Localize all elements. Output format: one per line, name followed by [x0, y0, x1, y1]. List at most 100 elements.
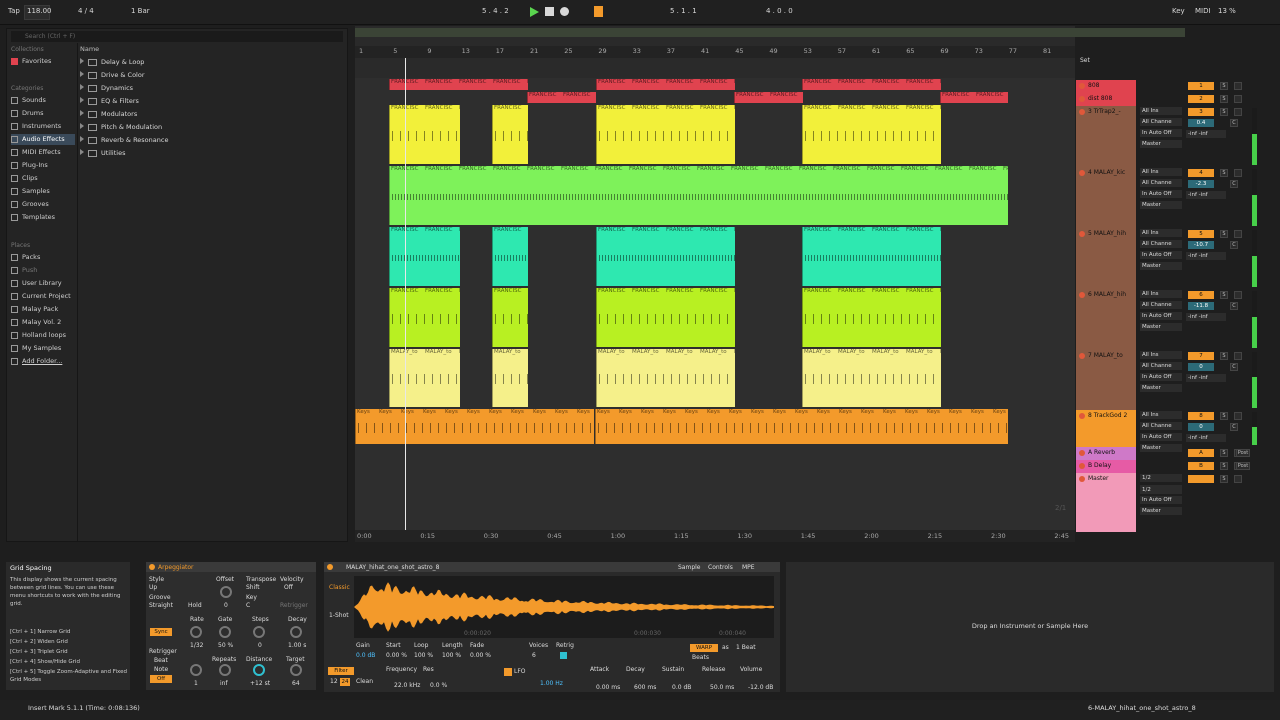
track-activator-icon[interactable] [1079, 170, 1085, 176]
arrangement-clip[interactable]: FRANCISC FRANCISC FRANCISC FRANCISC FRANCISC [802, 79, 941, 90]
sidebar-item-add-folder[interactable]: Add Folder... [11, 356, 75, 367]
warp-beats-value[interactable]: 1 Beat [736, 644, 756, 651]
track-header[interactable]: 8 TrackGod 2 [1076, 410, 1136, 447]
io-chooser[interactable]: All Channe [1140, 179, 1182, 187]
tap-button[interactable]: Tap [8, 7, 20, 15]
lfo-toggle[interactable] [504, 668, 512, 676]
list-item[interactable]: Utilities [80, 147, 340, 159]
solo-button[interactable]: S [1220, 95, 1228, 103]
length-value[interactable]: 100 % [442, 652, 461, 659]
track-lane[interactable] [355, 445, 1075, 459]
track-number-button[interactable]: 8 [1188, 412, 1214, 420]
pan-field[interactable]: C [1230, 423, 1238, 431]
arrangement-clip[interactable]: FRANCISCFRANCISCFRANCISC [389, 288, 460, 347]
warp-button[interactable]: WARP [690, 644, 718, 652]
track-header[interactable]: 6 MALAY_hih [1076, 289, 1136, 350]
retrigger-note[interactable]: Note [154, 666, 168, 673]
track-activator-icon[interactable] [1079, 476, 1085, 482]
frequency-value[interactable]: 22.0 kHz [394, 682, 420, 689]
track-number-button[interactable]: 1 [1188, 82, 1214, 90]
res-value[interactable]: 0.0 % [430, 682, 447, 689]
arrangement-clip[interactable]: MALAY_toMALAY_to [492, 349, 528, 407]
time-ruler[interactable]: 0:00 0:15 0:30 0:45 1:00 1:15 1:30 1:45 2:00 2:15… [355, 530, 1075, 542]
arrangement-clip[interactable]: FRANCISC FRANCISC FRANCISC FRANCISC FRANCISC [596, 227, 735, 286]
midi-map-button[interactable]: MIDI [1195, 7, 1211, 15]
track-header[interactable]: B Delay [1076, 460, 1136, 473]
gate-knob[interactable] [219, 626, 231, 638]
volume-field[interactable]: -10.7 [1188, 241, 1214, 249]
io-chooser[interactable]: All Ins [1140, 107, 1182, 115]
io-chooser[interactable]: All Ins [1140, 290, 1182, 298]
lfo-rate[interactable]: 1.00 Hz [540, 680, 563, 687]
solo-button[interactable]: S [1220, 108, 1228, 116]
track-number-button[interactable]: 2 [1188, 95, 1214, 103]
sidebar-item-samples[interactable]: Samples [11, 186, 75, 197]
track-number-button[interactable]: 5 [1188, 230, 1214, 238]
track-activator-icon[interactable] [1079, 463, 1085, 469]
arm-button[interactable] [1234, 352, 1242, 360]
pan-field[interactable]: C [1230, 180, 1238, 188]
track-number-button[interactable]: A [1188, 449, 1214, 457]
draw-mode-icon[interactable] [594, 6, 603, 17]
key-map-button[interactable]: Key [1172, 7, 1185, 15]
io-chooser[interactable]: Master [1140, 323, 1182, 331]
arrangement-clip[interactable]: FRANCISCFRANCISCFRANCISC [389, 227, 460, 286]
arrangement-clip[interactable]: FRANCISC FRANCISC FRANCISC FRANCISC FRANCISC [802, 288, 941, 347]
track-number-button[interactable]: 6 [1188, 291, 1214, 299]
io-chooser[interactable]: In Auto Off [1140, 129, 1182, 137]
volume-field[interactable]: 0 [1188, 363, 1214, 371]
expand-arrow-icon[interactable] [80, 58, 84, 64]
solo-button[interactable]: S [1220, 412, 1228, 420]
track-number-button[interactable] [1188, 475, 1214, 483]
track-lane[interactable]: FRANCISC FRANCISC FRANCISC FRANCISC FRANCISC… [355, 165, 1075, 227]
io-chooser[interactable]: All Channe [1140, 301, 1182, 309]
io-chooser[interactable]: Master [1140, 140, 1182, 148]
volume-field[interactable]: -2.3 [1188, 180, 1214, 188]
start-value[interactable]: 0.00 % [386, 652, 407, 659]
sidebar-item-holland-loops[interactable]: Holland loops [11, 330, 75, 341]
transpose-mode[interactable]: Shift [246, 584, 260, 591]
track-number-button[interactable]: 7 [1188, 352, 1214, 360]
track-activator-icon[interactable] [1079, 109, 1085, 115]
send-levels[interactable]: -inf -inf [1186, 130, 1226, 138]
track-header[interactable]: 808 [1076, 80, 1136, 93]
hold-button[interactable]: Hold [188, 602, 202, 609]
arrangement-clip[interactable]: FRANCISC FRANCISC FRANCISC FRANCISC FRANCISC… [389, 166, 1008, 225]
sidebar-item-audio-effects[interactable]: Audio Effects [11, 134, 75, 145]
expand-arrow-icon[interactable] [80, 136, 84, 142]
io-chooser[interactable]: Master [1140, 444, 1182, 452]
stop-button[interactable] [545, 7, 554, 16]
track-lane[interactable] [355, 458, 1075, 472]
master-output-chooser[interactable]: 1/2 [1140, 486, 1182, 494]
list-item[interactable]: Pitch & Modulation [80, 121, 340, 133]
sidebar-item-packs[interactable]: Packs [11, 252, 75, 263]
classic-mode[interactable]: Classic [329, 584, 350, 591]
offset-knob[interactable] [220, 586, 232, 598]
velocity-toggle[interactable]: Off [284, 584, 293, 591]
controls-tab[interactable]: Controls [708, 564, 733, 571]
sample-tab[interactable]: Sample [678, 564, 701, 571]
track-header[interactable]: dist 808 [1076, 93, 1136, 106]
filter-slope-12[interactable]: 12 [330, 678, 338, 685]
browser-search-input[interactable]: Search (Ctrl + F) [11, 31, 343, 42]
track-activator-icon[interactable] [1079, 231, 1085, 237]
voices-value[interactable]: 6 [532, 652, 536, 659]
track-lane[interactable]: FRANCISC FRANCISC FRANCISC FRANCISC FRANCISC… [355, 78, 1075, 92]
list-item[interactable]: Delay & Loop [80, 56, 340, 68]
rate-sub-knob[interactable] [190, 664, 202, 676]
track-activator-icon[interactable] [1079, 83, 1085, 89]
time-signature[interactable]: 4 / 4 [78, 7, 94, 15]
solo-button[interactable]: S [1220, 475, 1228, 483]
arrangement-clip[interactable]: FRANCISC FRANCISC FRANCISC FRANCISC FRANCISC [802, 227, 941, 286]
track-activator-icon[interactable] [1079, 96, 1085, 102]
arm-button[interactable] [1234, 95, 1242, 103]
io-chooser[interactable]: All Channe [1140, 240, 1182, 248]
io-chooser[interactable]: All Ins [1140, 168, 1182, 176]
track-lane[interactable]: FRANCISC FRANCISC FRANCISC FRANCISC FRANCISC… [355, 104, 1075, 166]
groove-menu[interactable]: Straight [149, 602, 173, 609]
arrangement-clip[interactable]: FRANCISC FRANCISC FRANCISC FRANCISC FRANCISC [596, 105, 735, 164]
arrangement-position[interactable]: 5 . 4 . 2 [482, 7, 509, 15]
expand-arrow-icon[interactable] [80, 84, 84, 90]
track-header[interactable]: 4 MALAY_kic [1076, 167, 1136, 228]
sidebar-item-sounds[interactable]: Sounds [11, 95, 75, 106]
